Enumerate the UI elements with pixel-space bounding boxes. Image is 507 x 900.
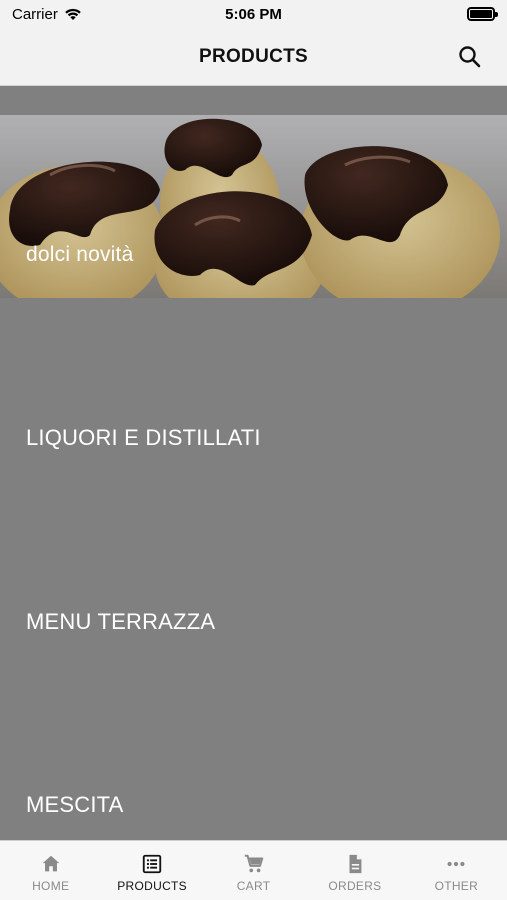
cart-icon bbox=[244, 854, 263, 873]
battery-icon bbox=[467, 7, 498, 21]
list-icon bbox=[142, 854, 162, 874]
category-label: dolci novità bbox=[26, 243, 134, 266]
tab-orders-label: ORDERS bbox=[328, 879, 382, 893]
more-icon bbox=[447, 861, 465, 867]
page-title: PRODUCTS bbox=[198, 45, 308, 67]
tab-bar: HOME PRODUCTS CART ORDERS OTHER bbox=[0, 840, 507, 900]
tab-home[interactable]: HOME bbox=[0, 841, 101, 900]
category-row-menu-terrazza[interactable]: MENU TERRAZZA bbox=[26, 609, 215, 635]
wifi-icon bbox=[65, 8, 81, 20]
tab-other-label: OTHER bbox=[434, 879, 479, 893]
document-icon bbox=[349, 854, 362, 874]
screen: Carrier 5:06 PM PRODUCTS dolci novità LI… bbox=[0, 0, 507, 900]
category-row-liquori[interactable]: LIQUORI E DISTILLATI bbox=[26, 425, 261, 451]
category-row-mescita[interactable]: MESCITA bbox=[26, 792, 124, 818]
tab-products-label: PRODUCTS bbox=[117, 879, 187, 893]
search-icon[interactable] bbox=[457, 44, 483, 70]
tab-products[interactable]: PRODUCTS bbox=[101, 841, 202, 900]
status-left: Carrier bbox=[12, 6, 82, 23]
tab-orders[interactable]: ORDERS bbox=[304, 841, 405, 900]
tab-cart[interactable]: CART bbox=[203, 841, 304, 900]
category-row-dolci-novita[interactable]: dolci novità bbox=[0, 115, 507, 298]
tab-home-label: HOME bbox=[32, 879, 70, 893]
tab-other[interactable]: OTHER bbox=[406, 841, 507, 900]
dessert-image bbox=[0, 115, 507, 298]
status-bar: Carrier 5:06 PM bbox=[0, 0, 507, 28]
carrier-label: Carrier bbox=[12, 5, 58, 23]
category-list: dolci novità LIQUORI E DISTILLATI MENU T… bbox=[0, 87, 507, 840]
tab-cart-label: CART bbox=[236, 879, 271, 893]
home-icon bbox=[42, 855, 59, 872]
nav-bar: PRODUCTS bbox=[0, 28, 507, 86]
